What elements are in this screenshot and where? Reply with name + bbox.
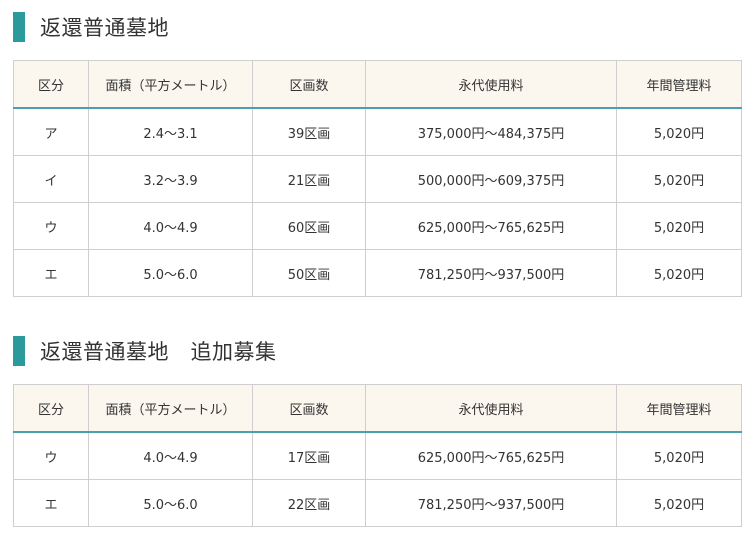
table-row: イ 3.2〜3.9 21区画 500,000円〜609,375円 5,020円 [13, 155, 742, 203]
header-annual-fee: 年間管理料 [616, 384, 742, 433]
header-perpetual-fee: 永代使用料 [365, 60, 617, 109]
section-additional-recruitment: 返還普通墓地 追加募集 区分 面積（平方メートル） 区画数 永代使用料 年間管理… [13, 336, 742, 527]
cell-perpetual-fee: 500,000円〜609,375円 [365, 155, 617, 203]
cell-area: 5.0〜6.0 [88, 479, 253, 527]
table-header-row: 区分 面積（平方メートル） 区画数 永代使用料 年間管理料 [13, 60, 742, 109]
cell-category: ウ [13, 202, 89, 250]
cell-category: ウ [13, 431, 89, 480]
header-plot-count: 区画数 [252, 384, 366, 433]
cell-plot-count: 60区画 [252, 202, 366, 250]
cell-plot-count: 17区画 [252, 431, 366, 480]
cell-perpetual-fee: 781,250円〜937,500円 [365, 249, 617, 297]
cell-area: 3.2〜3.9 [88, 155, 253, 203]
header-category: 区分 [13, 60, 89, 109]
cell-annual-fee: 5,020円 [616, 202, 742, 250]
section-returned-graves: 返還普通墓地 区分 面積（平方メートル） 区画数 永代使用料 年間管理料 ア 2… [13, 12, 742, 297]
header-area: 面積（平方メートル） [88, 60, 253, 109]
cell-plot-count: 50区画 [252, 249, 366, 297]
cell-perpetual-fee: 625,000円〜765,625円 [365, 202, 617, 250]
cell-category: ア [13, 107, 89, 156]
cell-annual-fee: 5,020円 [616, 431, 742, 480]
header-area: 面積（平方メートル） [88, 384, 253, 433]
cell-plot-count: 39区画 [252, 107, 366, 156]
cell-area: 2.4〜3.1 [88, 107, 253, 156]
table-row: エ 5.0〜6.0 22区画 781,250円〜937,500円 5,020円 [13, 479, 742, 527]
cell-perpetual-fee: 375,000円〜484,375円 [365, 107, 617, 156]
section-heading: 返還普通墓地 追加募集 [13, 336, 741, 366]
cell-plot-count: 21区画 [252, 155, 366, 203]
table-row: エ 5.0〜6.0 50区画 781,250円〜937,500円 5,020円 [13, 249, 742, 297]
header-perpetual-fee: 永代使用料 [365, 384, 617, 433]
cell-category: エ [13, 249, 89, 297]
heading-accent-bar [13, 336, 25, 366]
cell-perpetual-fee: 781,250円〜937,500円 [365, 479, 617, 527]
section-heading: 返還普通墓地 [13, 12, 741, 42]
cell-category: イ [13, 155, 89, 203]
section-title: 返還普通墓地 追加募集 [40, 340, 277, 364]
additional-pricing-table: 区分 面積（平方メートル） 区画数 永代使用料 年間管理料 ウ 4.0〜4.9 … [13, 384, 742, 527]
table-header-row: 区分 面積（平方メートル） 区画数 永代使用料 年間管理料 [13, 384, 742, 433]
table-row: ウ 4.0〜4.9 17区画 625,000円〜765,625円 5,020円 [13, 431, 742, 480]
cell-perpetual-fee: 625,000円〜765,625円 [365, 431, 617, 480]
cell-area: 4.0〜4.9 [88, 202, 253, 250]
cell-annual-fee: 5,020円 [616, 249, 742, 297]
grave-pricing-table: 区分 面積（平方メートル） 区画数 永代使用料 年間管理料 ア 2.4〜3.1 … [13, 60, 742, 297]
header-plot-count: 区画数 [252, 60, 366, 109]
cell-area: 5.0〜6.0 [88, 249, 253, 297]
cell-annual-fee: 5,020円 [616, 107, 742, 156]
table-row: ア 2.4〜3.1 39区画 375,000円〜484,375円 5,020円 [13, 107, 742, 156]
header-annual-fee: 年間管理料 [616, 60, 742, 109]
cell-area: 4.0〜4.9 [88, 431, 253, 480]
header-category: 区分 [13, 384, 89, 433]
cell-annual-fee: 5,020円 [616, 155, 742, 203]
cell-category: エ [13, 479, 89, 527]
section-title: 返還普通墓地 [40, 16, 169, 40]
cell-plot-count: 22区画 [252, 479, 366, 527]
cell-annual-fee: 5,020円 [616, 479, 742, 527]
table-row: ウ 4.0〜4.9 60区画 625,000円〜765,625円 5,020円 [13, 202, 742, 250]
heading-accent-bar [13, 12, 25, 42]
